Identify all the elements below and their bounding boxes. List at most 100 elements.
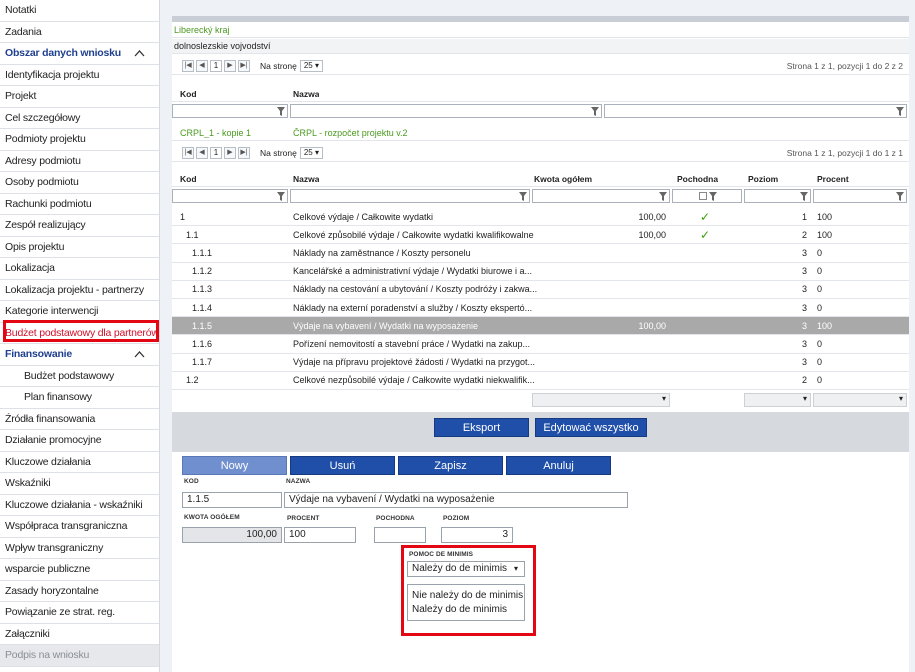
col-pochodna[interactable]: Pochodna — [677, 174, 718, 184]
table-row[interactable]: 1.1 Celkové způsobilé výdaje / Całkowite … — [172, 226, 909, 245]
sidebar-item[interactable]: Osoby podmiotu — [0, 172, 159, 194]
filter-icon[interactable] — [896, 192, 904, 201]
sidebar-item[interactable]: Opis projektu — [0, 237, 159, 258]
kod-field[interactable]: 1.1.5 — [182, 492, 282, 508]
sidebar-item[interactable]: Wpływ transgraniczny — [0, 538, 159, 559]
page-size-select[interactable]: 25 ▾ — [299, 146, 324, 159]
filter-nazwa[interactable] — [290, 189, 530, 203]
procent-field[interactable]: 100 — [284, 527, 356, 543]
page-size-select[interactable]: 25 ▾ — [299, 59, 324, 72]
sidebar-item[interactable]: wsparcie publiczne — [0, 559, 159, 581]
sidebar-item[interactable]: Projekt — [0, 86, 159, 108]
region-pl-row[interactable]: dolnoslezskie vojvodství — [172, 39, 909, 54]
filter-icon[interactable] — [896, 107, 904, 116]
last-page-icon[interactable]: ▶| — [238, 59, 250, 72]
sidebar-item[interactable]: Podpis na wniosku — [0, 645, 159, 667]
filter-icon[interactable] — [800, 192, 808, 201]
prev-page-icon[interactable]: ◀ — [196, 59, 208, 72]
col-kod[interactable]: Kod — [180, 174, 197, 184]
nazwa-field[interactable]: Výdaje na vybavení / Wydatki na wyposaże… — [284, 492, 628, 508]
sidebar-item[interactable]: Zadania — [0, 22, 159, 43]
sidebar-item[interactable]: Cel szczegółowy — [0, 108, 159, 129]
table-row[interactable]: 1.1.4 Náklady na externí poradenství a sl… — [172, 299, 909, 318]
page-number[interactable]: 1 — [210, 59, 222, 72]
filter-kod[interactable] — [172, 189, 288, 203]
sidebar-item[interactable]: Działanie promocyjne — [0, 430, 159, 452]
col-kod[interactable]: Kod — [180, 89, 197, 99]
sidebar-item[interactable]: Plan finansowy — [0, 387, 159, 409]
delete-button[interactable]: Usuń — [290, 456, 395, 475]
last-page-icon[interactable]: ▶| — [238, 146, 250, 159]
footer-select-poziom[interactable]: ▾ — [744, 393, 811, 407]
table-row[interactable]: 1.2 Celkové nezpůsobilé výdaje / Całkowit… — [172, 372, 909, 390]
sidebar-item[interactable]: Finansowanie — [0, 344, 159, 366]
sidebar-item[interactable]: Zespół realizujący — [0, 215, 159, 237]
sidebar-item[interactable]: Notatki — [0, 0, 159, 22]
table-row[interactable]: 1.1.3 Náklady na cestování a ubytování / … — [172, 281, 909, 299]
filter-icon[interactable] — [659, 192, 667, 201]
sidebar-item[interactable]: Powiązanie ze strat. reg. — [0, 602, 159, 624]
sidebar-item[interactable]: Wskaźniki — [0, 473, 159, 495]
table1-row[interactable]: CRPL_1 - kopie 1 ČRPL - rozpočet projekt… — [172, 125, 909, 141]
cell-kod: 1.2 — [186, 375, 199, 386]
filter-icon[interactable] — [709, 192, 717, 201]
next-page-icon[interactable]: ▶ — [224, 146, 236, 159]
sidebar-item[interactable]: Źródła finansowania — [0, 409, 159, 430]
filter-nazwa[interactable] — [290, 104, 602, 118]
pochodna-field[interactable] — [374, 527, 426, 543]
filter-icon[interactable] — [277, 107, 285, 116]
first-page-icon[interactable]: |◀ — [182, 59, 194, 72]
filter-extra[interactable] — [604, 104, 907, 118]
new-button[interactable]: Nowy — [182, 456, 287, 475]
cancel-button[interactable]: Anuluj — [506, 456, 611, 475]
col-nazwa[interactable]: Nazwa — [293, 174, 319, 184]
filter-kwota[interactable] — [532, 189, 670, 203]
filter-icon[interactable] — [591, 107, 599, 116]
sidebar-item[interactable]: Współpraca transgraniczna — [0, 516, 159, 538]
footer-select-kwota[interactable]: ▾ — [532, 393, 670, 407]
chevron-up-icon[interactable] — [134, 48, 145, 59]
table-row[interactable]: 1 Celkové výdaje / Całkowite wydatki 100,0… — [172, 208, 909, 227]
sidebar-item[interactable]: Podmioty projektu — [0, 129, 159, 151]
page-number[interactable]: 1 — [210, 146, 222, 159]
footer-select-procent[interactable]: ▾ — [813, 393, 907, 407]
sidebar-item[interactable]: Identyfikacja projektu — [0, 65, 159, 86]
sidebar-item[interactable]: Budżet podstawowy — [0, 366, 159, 387]
filter-kod[interactable] — [172, 104, 288, 118]
export-button[interactable]: Eksport — [434, 418, 529, 437]
table-row[interactable]: 1.1.7 Výdaje na přípravu projektové žádos… — [172, 354, 909, 372]
filter-icon[interactable] — [519, 192, 527, 201]
sidebar-item[interactable]: Kluczowe działania - wskaźniki — [0, 495, 159, 516]
table-row[interactable]: 1.1.2 Kancelářské a administrativní výdaj… — [172, 263, 909, 281]
poziom-label: POZIOM — [443, 515, 470, 522]
region-row[interactable]: Liberecký kraj — [172, 23, 909, 38]
next-page-icon[interactable]: ▶ — [224, 59, 236, 72]
sidebar-item[interactable]: Lokalizacja — [0, 258, 159, 280]
col-nazwa[interactable]: Nazwa — [293, 89, 319, 99]
chevron-up-icon[interactable] — [134, 349, 145, 360]
filter-poziom[interactable] — [744, 189, 811, 203]
checkbox-icon[interactable] — [699, 192, 707, 200]
table-row[interactable]: 1.1.1 Náklady na zaměstnance / Koszty per… — [172, 244, 909, 263]
sidebar-item[interactable]: Kluczowe działania — [0, 452, 159, 473]
prev-page-icon[interactable]: ◀ — [196, 146, 208, 159]
col-procent[interactable]: Procent — [817, 174, 849, 184]
sidebar-item[interactable]: Obszar danych wniosku — [0, 43, 159, 65]
cell-pochodna: ✓ — [699, 227, 711, 242]
poziom-field[interactable]: 3 — [441, 527, 513, 543]
table-row[interactable]: 1.1.6 Pořízení nemovitostí a stavební prá… — [172, 335, 909, 354]
edit-all-button[interactable]: Edytować wszystko — [535, 418, 647, 437]
table-row[interactable]: 1.1.5 Výdaje na vybavení / Wydatki na wyp… — [172, 317, 909, 336]
sidebar-item[interactable]: Adresy podmiotu — [0, 151, 159, 172]
sidebar-item[interactable]: Zasady horyzontalne — [0, 581, 159, 602]
col-kwota[interactable]: Kwota ogółem — [534, 174, 592, 184]
sidebar-item[interactable]: Lokalizacja projektu - partnerzy — [0, 280, 159, 301]
save-button[interactable]: Zapisz — [398, 456, 503, 475]
sidebar-item[interactable]: Załączniki — [0, 624, 159, 645]
sidebar-item[interactable]: Rachunki podmiotu — [0, 194, 159, 215]
filter-icon[interactable] — [277, 192, 285, 201]
first-page-icon[interactable]: |◀ — [182, 146, 194, 159]
filter-pochodna[interactable] — [672, 189, 742, 203]
col-poziom[interactable]: Poziom — [748, 174, 778, 184]
filter-procent[interactable] — [813, 189, 907, 203]
